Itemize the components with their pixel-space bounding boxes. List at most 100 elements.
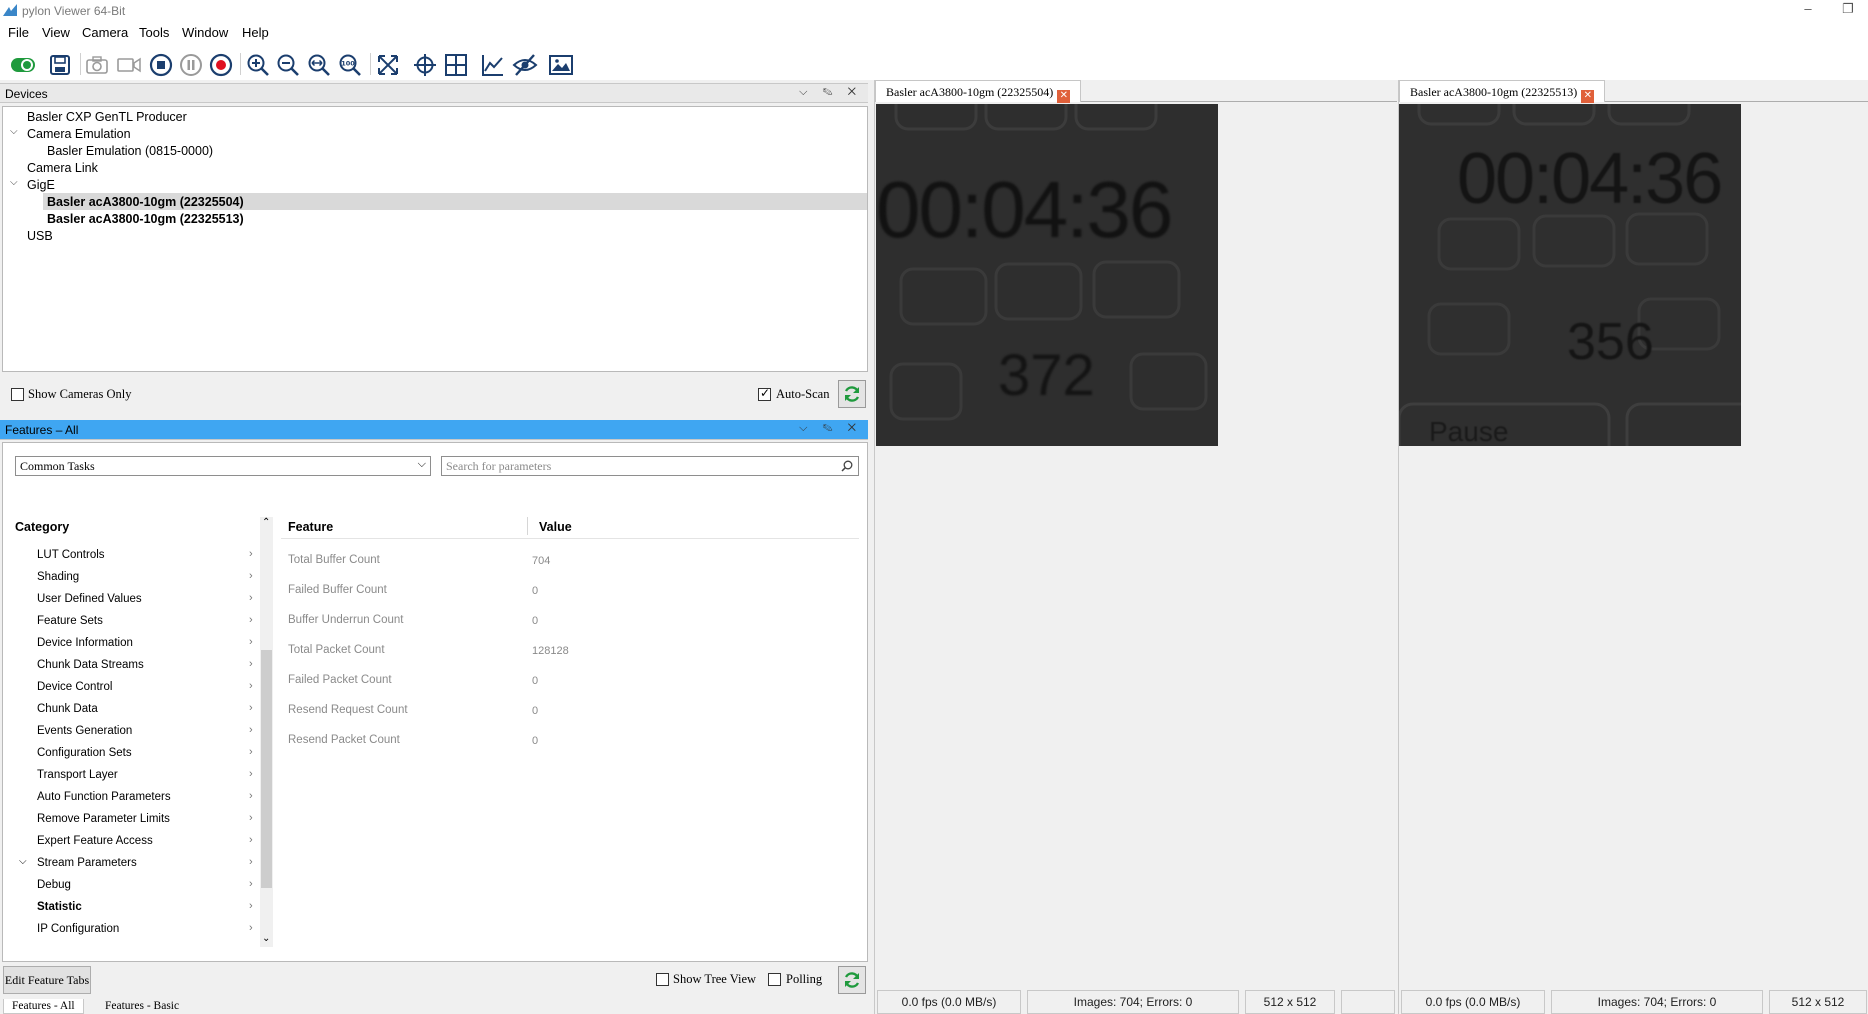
scroll-up-icon[interactable]: ⌃ [262, 517, 270, 528]
grid-icon[interactable] [443, 52, 469, 78]
feature-name[interactable]: Total Packet Count [288, 644, 385, 656]
category-item[interactable]: User Defined Values [37, 593, 142, 605]
image-tab-camera-1[interactable]: Basler acA3800-10gm (22325504) ✕ [875, 80, 1082, 103]
chevron-right-icon: › [249, 812, 253, 824]
chevron-down-icon[interactable]: ⌵ [10, 177, 18, 188]
chevron-down-icon[interactable]: ⌵ [10, 126, 18, 137]
fps-status: 0.0 fps (0.0 MB/s) [1401, 990, 1545, 1014]
chevron-right-icon: › [249, 548, 253, 560]
scroll-down-icon[interactable]: ⌄ [262, 933, 270, 944]
category-item-stream-parameters[interactable]: Stream Parameters [37, 857, 137, 869]
auto-scan-checkbox[interactable] [758, 386, 771, 401]
panel-controls[interactable]: ⌵ ✎ ✕ [799, 422, 862, 435]
tree-item-camera-emulation[interactable]: Camera Emulation [27, 127, 131, 141]
devices-panel-header: Devices ⌵ ✎ ✕ [0, 83, 868, 103]
hide-icon[interactable] [512, 52, 538, 78]
show-tree-view-checkbox[interactable] [656, 973, 669, 986]
category-scrollbar[interactable]: ⌃ ⌄ [260, 517, 273, 947]
menu-camera[interactable]: Camera [82, 25, 128, 40]
image-tab-label: Basler acA3800-10gm (22325504) [886, 85, 1054, 99]
fps-status: 0.0 fps (0.0 MB/s) [877, 990, 1021, 1014]
status-bar-1: 0.0 fps (0.0 MB/s) Images: 704; Errors: … [875, 990, 1397, 1014]
feature-set-dropdown[interactable]: Common Tasks ⌵ [15, 456, 431, 476]
camera-image-1[interactable]: 00:04:36 372 [876, 104, 1218, 446]
save-icon[interactable] [47, 52, 73, 78]
category-item[interactable]: Chunk Data [37, 703, 98, 715]
toggle-icon[interactable] [10, 52, 36, 78]
feature-name[interactable]: Resend Packet Count [288, 734, 400, 746]
category-item[interactable]: Events Generation [37, 725, 132, 737]
zoom-100-icon[interactable]: 100 [337, 52, 363, 78]
pause-icon[interactable] [178, 52, 204, 78]
minimize-button[interactable]: – [1796, 2, 1820, 18]
show-tree-view-label: Show Tree View [673, 972, 757, 986]
category-item[interactable]: Remove Parameter Limits [37, 813, 170, 825]
refresh-features-button[interactable] [838, 966, 866, 994]
polling-checkbox[interactable] [768, 973, 781, 986]
crosshair-icon[interactable] [412, 52, 438, 78]
scrollbar-thumb[interactable] [261, 650, 272, 888]
feature-name[interactable]: Failed Packet Count [288, 674, 392, 686]
menu-view[interactable]: View [42, 25, 70, 40]
close-icon[interactable]: ✕ [1057, 90, 1071, 103]
feature-name[interactable]: Buffer Underrun Count [288, 614, 404, 626]
category-item[interactable]: LUT Controls [37, 549, 105, 561]
image-icon[interactable] [548, 52, 574, 78]
category-item[interactable]: Feature Sets [37, 615, 103, 627]
feature-name[interactable]: Total Buffer Count [288, 554, 380, 566]
category-item[interactable]: Device Control [37, 681, 112, 693]
tree-item-camera-22325504[interactable]: Basler acA3800-10gm (22325504) [47, 195, 244, 209]
category-item[interactable]: Transport Layer [37, 769, 118, 781]
category-item[interactable]: Configuration Sets [37, 747, 132, 759]
features-title: Features – All [5, 423, 79, 437]
restore-button[interactable]: ❐ [1836, 2, 1860, 18]
zoom-in-icon[interactable] [245, 52, 271, 78]
pause-label: Pause [1429, 416, 1509, 446]
feature-value: 0 [532, 705, 539, 717]
refresh-devices-button[interactable] [838, 380, 866, 408]
category-item[interactable]: Device Information [37, 637, 133, 649]
tree-item-gige[interactable]: GigE [27, 178, 55, 192]
camera-image-2[interactable]: 00:04:36 356 Pause [1399, 104, 1741, 446]
tree-item-cxp-producer[interactable]: Basler CXP GenTL Producer [27, 110, 187, 124]
category-item[interactable]: Chunk Data Streams [37, 659, 144, 671]
category-item[interactable]: Auto Function Parameters [37, 791, 171, 803]
video-icon[interactable] [116, 52, 142, 78]
chevron-right-icon: › [249, 922, 253, 934]
menu-help[interactable]: Help [242, 25, 269, 40]
record-icon[interactable] [208, 52, 234, 78]
menu-tools[interactable]: Tools [139, 25, 169, 40]
category-item[interactable]: Shading [37, 571, 79, 583]
camera-icon[interactable] [84, 52, 110, 78]
tab-features-basic[interactable]: Features - Basic [97, 999, 187, 1013]
feature-name[interactable]: Failed Buffer Count [288, 584, 387, 596]
category-item-statistic[interactable]: Statistic [37, 901, 82, 913]
histogram-icon[interactable] [480, 52, 506, 78]
menu-window[interactable]: Window [182, 25, 228, 40]
tree-item-camera-link[interactable]: Camera Link [27, 161, 98, 175]
tab-features-all[interactable]: Features - All [3, 999, 84, 1014]
tree-item-camera-22325513[interactable]: Basler acA3800-10gm (22325513) [47, 212, 244, 226]
search-input[interactable]: Search for parameters [441, 456, 859, 476]
fullscreen-icon[interactable] [375, 52, 401, 78]
panel-controls[interactable]: ⌵ ✎ ✕ [799, 86, 862, 99]
category-item-debug[interactable]: Debug [37, 879, 71, 891]
category-item-ip-configuration[interactable]: IP Configuration [37, 923, 119, 935]
show-cameras-only-checkbox[interactable] [11, 388, 24, 401]
menu-file[interactable]: File [8, 25, 29, 40]
image-tab-camera-2[interactable]: Basler acA3800-10gm (22325513) ✕ [1399, 80, 1606, 103]
title-bar: pylon Viewer 64-Bit – ❐ [0, 0, 1868, 22]
stop-icon[interactable] [148, 52, 174, 78]
category-item[interactable]: Expert Feature Access [37, 835, 153, 847]
feature-value: 704 [532, 555, 551, 567]
chevron-right-icon: › [249, 592, 253, 604]
tree-item-usb[interactable]: USB [27, 229, 53, 243]
chevron-down-icon[interactable]: ⌵ [19, 856, 27, 867]
tree-item-basler-emulation[interactable]: Basler Emulation (0815-0000) [47, 144, 213, 158]
feature-name[interactable]: Resend Request Count [288, 704, 408, 716]
zoom-out-icon[interactable] [275, 52, 301, 78]
edit-feature-tabs-button[interactable]: Edit Feature Tabs [3, 966, 91, 994]
close-icon[interactable]: ✕ [1581, 90, 1595, 103]
zoom-fit-icon[interactable] [306, 52, 332, 78]
image-tab-label: Basler acA3800-10gm (22325513) [1410, 85, 1578, 99]
